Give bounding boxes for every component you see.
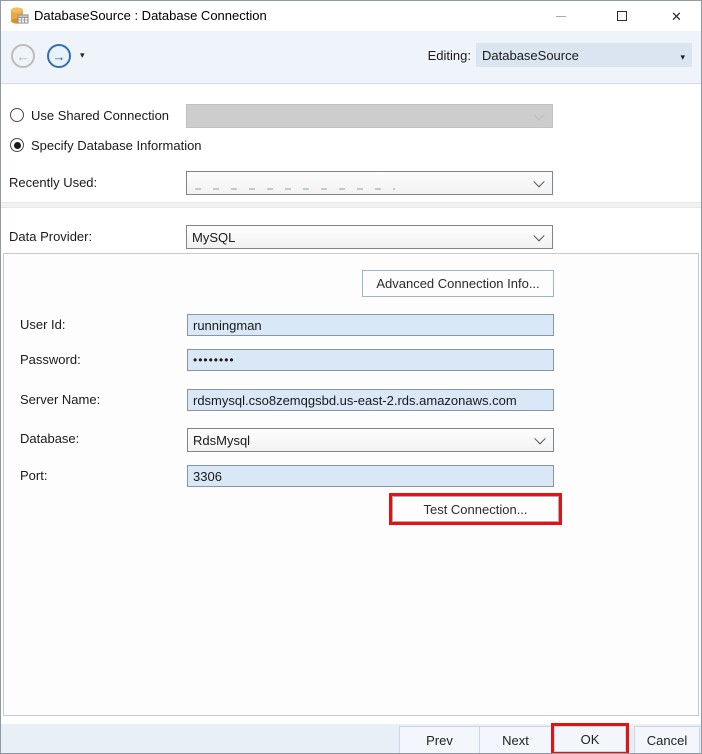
advanced-connection-info-button[interactable]: Advanced Connection Info... — [362, 270, 554, 297]
forward-dropdown-caret[interactable]: ▾ — [80, 50, 85, 61]
port-input[interactable]: 3306 — [187, 465, 554, 487]
forward-arrow-icon: → — [53, 49, 66, 64]
database-dropdown[interactable]: RdsMysql — [187, 428, 554, 452]
ok-highlight: OK — [551, 723, 629, 754]
close-icon: ✕ — [671, 10, 682, 23]
minimize-icon — [556, 16, 566, 17]
database-label: Database: — [20, 431, 79, 446]
title-bar: DatabaseSource : Database Connection ✕ — [1, 1, 701, 31]
test-connection-button[interactable]: Test Connection... — [392, 496, 559, 522]
port-label: Port: — [20, 468, 47, 483]
user-id-input[interactable]: runningman — [187, 314, 554, 336]
back-arrow-icon: ← — [17, 49, 30, 64]
editing-label: Editing: — [428, 48, 471, 63]
radio-specify-database-information[interactable] — [10, 138, 24, 152]
server-name-label: Server Name: — [20, 392, 100, 407]
chevron-down-icon — [533, 109, 544, 120]
chevron-down-icon — [533, 176, 544, 187]
data-provider-dropdown[interactable]: MySQL — [186, 225, 553, 249]
maximize-icon — [617, 11, 627, 21]
close-button[interactable]: ✕ — [654, 1, 699, 31]
window-title: DatabaseSource : Database Connection — [34, 1, 267, 31]
redacted-text-remnants — [195, 188, 395, 190]
minimize-button[interactable] — [538, 1, 583, 31]
editing-combobox-value: DatabaseSource — [482, 48, 579, 63]
chevron-down-icon: ▾ — [680, 52, 685, 63]
prev-button[interactable]: Prev — [399, 726, 480, 754]
editing-group: Editing: DatabaseSource ▾ — [428, 43, 692, 67]
database-value: RdsMysql — [193, 433, 250, 448]
radio-use-shared-connection[interactable] — [10, 108, 24, 122]
back-button[interactable]: ← — [11, 44, 35, 68]
data-provider-value: MySQL — [192, 230, 235, 245]
chevron-down-icon — [534, 433, 545, 444]
recently-used-label: Recently Used: — [9, 175, 97, 190]
forward-button[interactable]: → — [47, 44, 71, 68]
database-connection-dialog: DatabaseSource : Database Connection ✕ ←… — [0, 0, 702, 754]
recently-used-dropdown[interactable] — [186, 171, 553, 195]
password-value: •••••••• — [193, 353, 235, 367]
connection-details-panel: Advanced Connection Info... User Id: run… — [3, 253, 699, 716]
ok-button[interactable]: OK — [554, 726, 626, 752]
server-name-input[interactable]: rdsmysql.cso8zemqgsbd.us-east-2.rds.amaz… — [187, 389, 554, 411]
chevron-down-icon — [533, 230, 544, 241]
port-value: 3306 — [193, 469, 222, 484]
user-id-label: User Id: — [20, 317, 66, 332]
editing-combobox[interactable]: DatabaseSource ▾ — [476, 43, 692, 67]
password-input[interactable]: •••••••• — [187, 349, 554, 371]
database-icon — [9, 6, 29, 26]
test-connection-highlight: Test Connection... — [389, 493, 562, 525]
password-label: Password: — [20, 352, 81, 367]
next-button[interactable]: Next — [479, 726, 552, 754]
user-id-value: runningman — [193, 318, 262, 333]
section-divider — [1, 202, 701, 208]
server-name-value: rdsmysql.cso8zemqgsbd.us-east-2.rds.amaz… — [193, 393, 517, 408]
maximize-button[interactable] — [599, 1, 644, 31]
radio-use-shared-connection-label: Use Shared Connection — [31, 108, 169, 123]
data-provider-label: Data Provider: — [9, 229, 92, 244]
cancel-button[interactable]: Cancel — [634, 726, 700, 754]
navigation-toolbar: ← → ▾ Editing: DatabaseSource ▾ — [1, 31, 701, 84]
shared-connection-dropdown — [186, 104, 553, 128]
radio-specify-database-information-label: Specify Database Information — [31, 138, 202, 153]
